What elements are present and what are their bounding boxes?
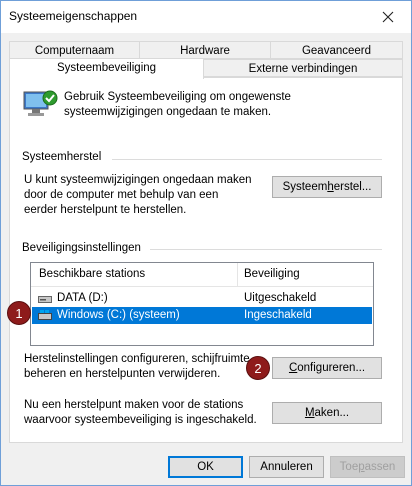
tab-systeembeveiliging[interactable]: Systeembeveiliging xyxy=(9,58,204,79)
create-label-suffix: aken... xyxy=(314,407,350,419)
tab-hardware[interactable]: Hardware xyxy=(139,41,271,59)
create-button[interactable]: Maken... xyxy=(272,402,382,424)
apply-label-prefix: Toe xyxy=(339,461,359,473)
drive-name: Windows (C:) (systeem) xyxy=(57,309,180,321)
configure-button[interactable]: Configureren... xyxy=(272,357,382,379)
column-divider[interactable] xyxy=(237,263,238,286)
close-button[interactable] xyxy=(365,1,411,32)
column-header-drives[interactable]: Beschikbare stations xyxy=(39,268,145,280)
protection-group-header: Beveiligingsinstellingen xyxy=(22,242,141,254)
system-protection-icon xyxy=(23,90,58,116)
drives-listview[interactable]: Beschikbare stations Beveiliging DATA (D… xyxy=(30,262,374,346)
listview-header: Beschikbare stations Beveiliging xyxy=(31,263,373,287)
drive-icon xyxy=(38,296,52,303)
tab-computernaam[interactable]: Computernaam xyxy=(9,41,140,59)
windows-drive-icon xyxy=(38,310,52,320)
restore-description: U kunt systeemwijzigingen ongedaan maken… xyxy=(24,174,252,216)
configure-label-suffix: onfigureren... xyxy=(297,362,366,374)
intro-text: Gebruik Systeembeveiliging om ongewenste… xyxy=(64,91,291,118)
tab-geavanceerd[interactable]: Geavanceerd xyxy=(270,41,403,59)
close-icon xyxy=(382,11,394,22)
step-badge-1: 1 xyxy=(7,301,31,325)
cancel-button[interactable]: Annuleren xyxy=(249,456,324,478)
apply-label-suffix: assen xyxy=(364,461,396,473)
drive-status: Uitgeschakeld xyxy=(244,292,317,304)
ok-button[interactable]: OK xyxy=(168,456,243,478)
column-header-protection[interactable]: Beveiliging xyxy=(244,268,300,280)
system-restore-label-prefix: Systeem xyxy=(282,181,328,193)
restore-group-header: Systeemherstel xyxy=(22,151,102,163)
configure-description: Herstelinstellingen configureren, schijf… xyxy=(24,353,250,380)
step-badge-2: 2 xyxy=(246,356,270,380)
create-label-accel: M xyxy=(304,407,315,419)
drive-row-selected[interactable]: Windows (C:) (systeem) Ingeschakeld xyxy=(32,307,372,324)
drive-name: DATA (D:) xyxy=(57,292,108,304)
restore-group-divider xyxy=(112,159,382,160)
system-restore-label-suffix: erstel... xyxy=(333,181,372,193)
tab-externe-verbindingen[interactable]: Externe verbindingen xyxy=(203,59,403,77)
system-properties-window: Systeemeigenschappen Computernaam Hardwa… xyxy=(0,0,412,486)
title-bar[interactable]: Systeemeigenschappen xyxy=(1,1,411,33)
system-restore-button[interactable]: Systeemherstel... xyxy=(272,176,382,198)
drive-row[interactable]: DATA (D:) Uitgeschakeld xyxy=(32,290,372,307)
tab-panel: Gebruik Systeembeveiliging om ongewenste… xyxy=(9,77,403,443)
drive-status: Ingeschakeld xyxy=(244,309,312,321)
create-description: Nu een herstelpunt maken voor de station… xyxy=(24,399,257,426)
protection-group-divider xyxy=(150,249,382,250)
apply-button[interactable]: Toepassen xyxy=(330,456,405,478)
window-title: Systeemeigenschappen xyxy=(9,9,138,23)
